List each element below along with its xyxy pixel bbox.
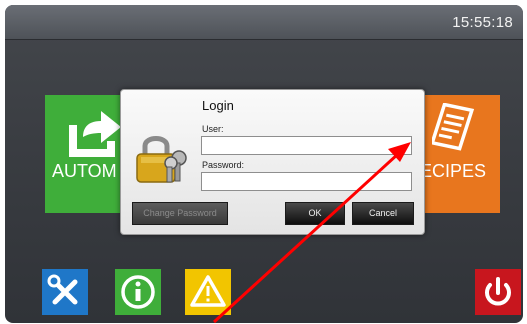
automatic-tile-label: AUTOM [52,161,117,181]
user-input[interactable] [201,136,412,155]
wrench-screwdriver-icon [47,274,78,305]
change-password-button[interactable]: Change Password [132,202,228,225]
password-label: Password: [202,160,245,170]
clock: 15:55:18 [452,14,513,31]
export-arrow-icon [69,111,121,157]
ok-button[interactable]: OK [285,202,345,225]
login-dialog: Login User: Password: Change Password OK… [120,89,425,235]
recipes-tile-label: ECIPES [420,161,487,181]
cancel-button[interactable]: Cancel [352,202,414,225]
user-label: User: [202,124,224,134]
power-button[interactable] [475,269,521,315]
status-bar: 15:55:18 [5,5,523,40]
info-button[interactable] [115,269,161,315]
dialog-title: Login [202,98,234,113]
padlock-keys-icon [136,136,187,183]
password-input[interactable] [201,172,412,191]
tools-button[interactable] [42,269,88,315]
power-icon [485,277,511,306]
recipe-document-icon [432,103,475,151]
hmi-screen: 15:55:18 AUTOM ECIPES Login User: Passwo… [5,5,523,323]
warning-icon [190,275,226,307]
warning-button[interactable] [185,269,231,315]
info-icon [121,275,155,309]
